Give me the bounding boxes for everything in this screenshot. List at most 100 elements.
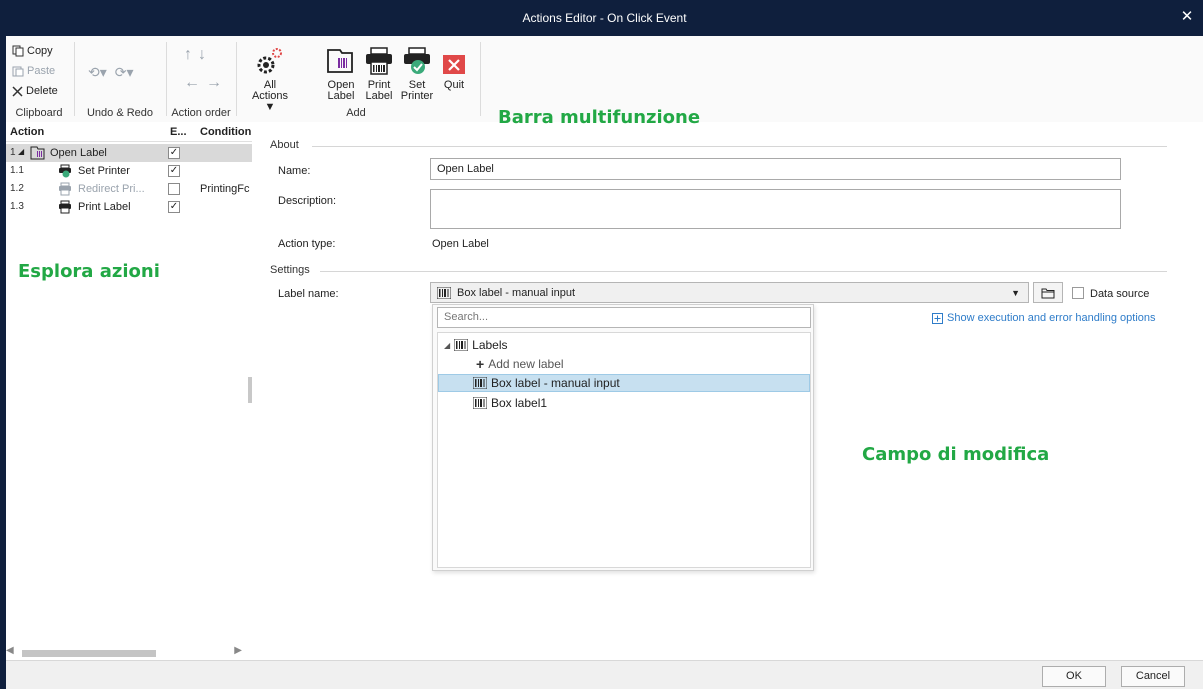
name-field[interactable]: Open Label: [430, 158, 1121, 180]
barcode-icon: [437, 286, 451, 299]
add-new-label-item[interactable]: + Add new label: [438, 355, 810, 373]
action-row-redirect-printing[interactable]: 1.2 Redirect Pri... PrintingFc: [6, 180, 252, 198]
action-condition: PrintingFc: [200, 183, 250, 195]
about-section-title: About: [270, 139, 299, 151]
data-source-label: Data source: [1090, 288, 1150, 300]
barcode-icon: [473, 397, 487, 409]
gears-icon: [257, 48, 282, 74]
action-type-label: Action type:: [278, 238, 336, 250]
print-label-button[interactable]: Print Label: [362, 42, 396, 102]
arrow-down-icon[interactable]: ↓: [198, 46, 206, 64]
set-printer-button[interactable]: Set Printer: [398, 42, 436, 102]
move-leftright: ← →: [184, 74, 222, 92]
description-label: Description:: [278, 195, 337, 207]
clipboard-group: Copy Paste Delete Clipboard: [6, 36, 72, 122]
set-printer-icon: [404, 47, 430, 74]
action-name: Open Label: [50, 147, 107, 159]
close-icon[interactable]: ✕: [1179, 9, 1195, 25]
title-bar: Actions Editor - On Click Event ✕: [6, 0, 1203, 36]
move-updown: ↑ ↓: [184, 46, 206, 64]
tree-root-labels[interactable]: ◢ Labels: [438, 336, 810, 354]
open-label-button[interactable]: Open Label: [324, 42, 358, 102]
column-enabled[interactable]: E...: [170, 126, 187, 138]
annotation-explorer: Esplora azioni: [18, 261, 160, 282]
arrow-up-icon[interactable]: ↑: [184, 46, 192, 64]
plus-icon: +: [476, 356, 485, 372]
copy-label: Copy: [27, 45, 53, 57]
expand-plus-icon: [932, 312, 943, 324]
tree-root-label: Labels: [472, 338, 508, 352]
undo-icon[interactable]: ⟲▾: [88, 64, 107, 81]
label-item-box-label1[interactable]: Box label1: [438, 394, 810, 412]
settings-section-title: Settings: [270, 264, 310, 276]
browse-folder-button[interactable]: [1033, 282, 1063, 303]
printer-icon: [366, 47, 392, 75]
all-actions-button[interactable]: All Actions ▼: [250, 42, 290, 113]
all-actions-label-2: Actions ▼: [251, 90, 289, 113]
scroll-right-icon[interactable]: ▶: [234, 645, 242, 656]
panel-splitter[interactable]: [248, 377, 252, 403]
section-divider: [312, 146, 1167, 147]
description-field[interactable]: [430, 189, 1121, 229]
label-dropdown: Search... ◢ Labels + Add new label Box l…: [432, 304, 814, 571]
paste-label: Paste: [27, 65, 56, 77]
delete-icon: [12, 85, 23, 97]
action-order-group: ↑ ↓ ← → Action order: [168, 36, 234, 122]
column-condition[interactable]: Condition: [200, 126, 251, 138]
label-name-combobox[interactable]: Box label - manual input ▼: [430, 282, 1029, 303]
printer-icon: [59, 200, 71, 214]
print-label-label-2: Label: [365, 90, 393, 102]
show-options-link[interactable]: Show execution and error handling option…: [932, 312, 1156, 324]
action-name: Set Printer: [78, 165, 130, 177]
enabled-checkbox[interactable]: [168, 183, 180, 195]
edit-field: About Name: Open Label Description: Acti…: [254, 122, 1203, 660]
ribbon-separator: [236, 42, 237, 116]
copy-button[interactable]: Copy: [12, 42, 53, 60]
copy-icon: [12, 45, 24, 57]
window-title: Actions Editor - On Click Event: [522, 11, 687, 25]
enabled-checkbox[interactable]: ✓: [168, 147, 180, 159]
paste-button[interactable]: Paste: [12, 62, 55, 80]
ribbon-separator: [74, 42, 75, 116]
undo-redo-group: ⟲▾ ⟳▾ Undo & Redo: [76, 36, 164, 122]
scrollbar-thumb[interactable]: [22, 650, 156, 657]
cancel-button[interactable]: Cancel: [1121, 666, 1185, 687]
open-label-icon: [30, 146, 45, 160]
collapse-icon[interactable]: ◢: [18, 147, 24, 156]
delete-button[interactable]: Delete: [12, 82, 58, 100]
label-item-box-label-manual[interactable]: Box label - manual input: [438, 374, 810, 392]
actions-horizontal-scrollbar[interactable]: ◀ ▶: [6, 645, 242, 658]
enabled-checkbox[interactable]: ✓: [168, 165, 180, 177]
arrow-right-icon[interactable]: →: [206, 74, 222, 92]
column-action[interactable]: Action: [10, 126, 44, 138]
barcode-icon: [454, 339, 469, 351]
action-row-open-label[interactable]: 1 ◢ Open Label ✓: [6, 144, 252, 162]
label-search-input[interactable]: Search...: [437, 307, 811, 328]
action-name: Print Label: [78, 201, 131, 213]
data-source-checkbox[interactable]: [1072, 287, 1084, 299]
label-tree: ◢ Labels + Add new label Box label - man…: [437, 332, 811, 568]
chevron-down-icon[interactable]: ▼: [1011, 288, 1020, 298]
redo-icon[interactable]: ⟳▾: [115, 64, 134, 81]
action-row-print-label[interactable]: 1.3 Print Label ✓: [6, 198, 252, 216]
scroll-left-icon[interactable]: ◀: [6, 645, 14, 656]
ribbon-separator: [480, 42, 481, 116]
quit-label: Quit: [443, 79, 465, 91]
label-name-label: Label name:: [278, 288, 339, 300]
clipboard-group-label: Clipboard: [15, 107, 63, 119]
paste-icon: [12, 66, 24, 77]
show-options-label: Show execution and error handling option…: [947, 312, 1156, 324]
barcode-icon: [473, 377, 487, 389]
undo-redo-buttons: ⟲▾ ⟳▾: [88, 64, 134, 81]
ok-button[interactable]: OK: [1042, 666, 1106, 687]
actions-editor-window: Actions Editor - On Click Event ✕ Copy P…: [0, 0, 1203, 689]
open-label-label-2: Label: [327, 90, 355, 102]
action-row-set-printer[interactable]: 1.1 Set Printer ✓: [6, 162, 252, 180]
arrow-left-icon[interactable]: ←: [184, 74, 200, 92]
enabled-checkbox[interactable]: ✓: [168, 201, 180, 213]
collapse-icon[interactable]: ◢: [444, 341, 450, 350]
name-label: Name:: [278, 165, 311, 177]
add-new-label-text: Add new label: [488, 357, 564, 371]
quit-button[interactable]: Quit: [438, 42, 470, 91]
action-number: 1: [10, 147, 16, 158]
